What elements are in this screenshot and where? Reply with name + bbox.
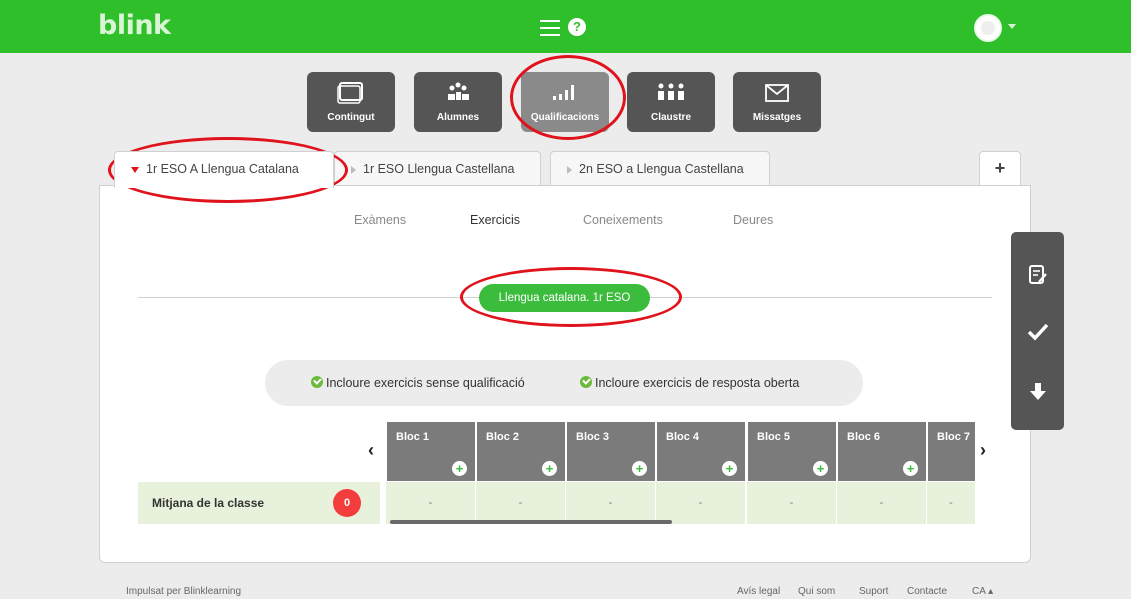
add-icon[interactable]: + — [813, 461, 828, 476]
checkmark-icon — [1027, 323, 1048, 341]
grid-cell: - — [385, 482, 475, 524]
subtab-coneixements[interactable]: Coneixements — [583, 213, 663, 227]
footer-powered-by[interactable]: Impulsat per Blinklearning — [126, 586, 241, 597]
module-label: Contingut — [327, 112, 375, 123]
footer-link-suport[interactable]: Suport — [859, 586, 888, 597]
blink-logo[interactable]: blink — [98, 10, 171, 41]
top-bar: blink ? — [0, 0, 1131, 53]
download-arrow-icon — [1029, 383, 1046, 400]
grid-cell: - — [836, 482, 926, 524]
side-toolbar — [1011, 232, 1064, 430]
module-label: Qualificacions — [530, 112, 600, 123]
horizontal-scrollbar[interactable] — [390, 520, 672, 524]
save-button[interactable] — [1011, 312, 1064, 352]
module-label: Claustre — [650, 112, 691, 123]
filters-bar: Incloure exercicis sense qualificació In… — [265, 360, 863, 406]
tab-label: 1r ESO Llengua Castellana — [363, 162, 515, 176]
add-icon[interactable]: + — [903, 461, 918, 476]
module-button-alumnes[interactable]: Alumnes — [414, 72, 502, 132]
bloc-name: Bloc 2 — [486, 431, 520, 443]
bloc-name: Bloc 3 — [576, 431, 610, 443]
grid-cell: - — [746, 482, 836, 524]
grid-cell: - — [926, 482, 975, 524]
filter-label: Incloure exercicis de resposta oberta — [595, 376, 800, 390]
help-icon[interactable]: ? — [568, 18, 586, 36]
tab-1r-eso-a-llengua-catalana[interactable]: 1r ESO A Llengua Catalana — [114, 151, 334, 188]
add-icon[interactable]: + — [452, 461, 467, 476]
bloc-header-4[interactable]: Bloc 4 + — [657, 422, 745, 481]
module-label: Missatges — [752, 112, 802, 123]
teachers-icon — [658, 83, 684, 100]
download-button[interactable] — [1011, 372, 1064, 412]
tab-label: 1r ESO A Llengua Catalana — [146, 162, 299, 176]
triangle-down-icon — [131, 166, 139, 173]
module-label: Alumnes — [436, 112, 480, 123]
footer-link-qui-som[interactable]: Qui som — [798, 586, 835, 597]
language-selector[interactable]: CA ▴ — [972, 586, 993, 597]
tab-2n-eso-a-llengua-castellana[interactable]: 2n ESO a Llengua Castellana — [550, 151, 770, 186]
bloc-name: Bloc 1 — [396, 431, 430, 443]
grid-cell: - — [475, 482, 565, 524]
tab-1r-eso-llengua-castellana[interactable]: 1r ESO Llengua Castellana — [334, 151, 541, 186]
bloc-name: Bloc 7 — [937, 431, 971, 443]
bloc-header-5[interactable]: Bloc 5 + — [748, 422, 836, 481]
tab-label: 2n ESO a Llengua Castellana — [579, 162, 744, 176]
user-avatar[interactable] — [974, 14, 1002, 42]
add-icon[interactable]: + — [632, 461, 647, 476]
monitor-icon — [337, 82, 363, 104]
triangle-right-icon — [567, 165, 572, 174]
triangle-right-icon — [351, 165, 356, 174]
add-icon[interactable]: + — [542, 461, 557, 476]
subtab-exercicis[interactable]: Exercicis — [470, 213, 520, 227]
envelope-icon — [765, 84, 789, 102]
bloc-name: Bloc 6 — [847, 431, 881, 443]
subtab-deures[interactable]: Deures — [733, 213, 773, 227]
check-circle-icon — [580, 376, 592, 388]
grid-cell: - — [565, 482, 655, 524]
footer-link-avis-legal[interactable]: Avís legal — [737, 586, 780, 597]
filter-ungraded-exercises[interactable]: Incloure exercicis sense qualificació — [311, 376, 525, 390]
bloc-name: Bloc 5 — [757, 431, 791, 443]
edit-button[interactable] — [1011, 256, 1064, 296]
bloc-header-6[interactable]: Bloc 6 + — [838, 422, 926, 481]
count-badge[interactable]: 0 — [333, 489, 361, 517]
module-button-contingut[interactable]: Contingut — [307, 72, 395, 132]
check-circle-icon — [311, 376, 323, 388]
hamburger-menu-icon[interactable] — [540, 20, 560, 36]
module-button-qualificacions[interactable]: Qualificacions — [521, 72, 609, 132]
students-icon — [448, 82, 469, 100]
bloc-header-3[interactable]: Bloc 3 + — [567, 422, 655, 481]
footer-link-contacte[interactable]: Contacte — [907, 586, 947, 597]
bar-chart-icon — [553, 85, 574, 100]
bloc-header-1[interactable]: Bloc 1 + — [387, 422, 475, 481]
course-pill[interactable]: Llengua catalana. 1r ESO — [479, 284, 650, 312]
add-tab-button[interactable]: + — [979, 151, 1021, 186]
chevron-down-icon[interactable] — [1008, 24, 1016, 29]
edit-note-icon — [1028, 265, 1047, 284]
module-button-claustre[interactable]: Claustre — [627, 72, 715, 132]
filter-open-response-exercises[interactable]: Incloure exercicis de resposta oberta — [580, 376, 799, 390]
add-icon[interactable]: + — [722, 461, 737, 476]
bloc-header-7[interactable]: Bloc 7 — [928, 422, 975, 481]
scroll-right-arrow-icon[interactable]: › — [980, 440, 986, 461]
bloc-header-2[interactable]: Bloc 2 + — [477, 422, 565, 481]
scroll-left-arrow-icon[interactable]: ‹ — [368, 440, 374, 461]
subtab-examens[interactable]: Exàmens — [354, 213, 406, 227]
filter-label: Incloure exercicis sense qualificació — [326, 376, 525, 390]
grid-cell: - — [655, 482, 745, 524]
module-button-missatges[interactable]: Missatges — [733, 72, 821, 132]
bloc-name: Bloc 4 — [666, 431, 700, 443]
